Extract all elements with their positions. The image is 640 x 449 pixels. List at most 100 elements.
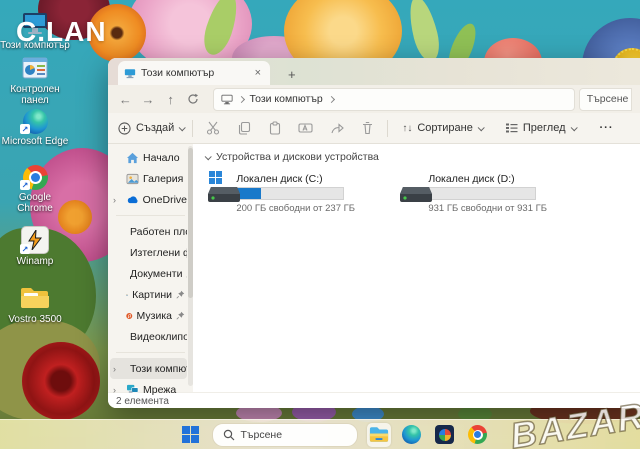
sidebar-item-music[interactable]: Музика [110, 305, 187, 326]
sidebar-item-network[interactable]: › Мрежа [110, 379, 187, 400]
sort-icon: ↑↓ [402, 123, 412, 134]
sidebar-item-this-pc[interactable]: › Този компютър [110, 358, 187, 379]
expand-chevron-icon[interactable]: › [113, 364, 116, 374]
desktop-icon-label: Google Chrome [0, 192, 70, 214]
collapse-chevron-icon[interactable] [205, 153, 212, 160]
delete-icon[interactable] [359, 120, 376, 137]
sidebar-item-label: OneDrive [143, 194, 187, 206]
chevron-down-icon [570, 124, 577, 131]
divider [116, 352, 185, 353]
drive-d-tile[interactable]: Локален диск (D:) 931 ГБ свободни от 931… [399, 173, 547, 214]
music-icon [126, 310, 133, 322]
new-button[interactable]: Създай [118, 122, 184, 135]
forward-icon[interactable]: → [139, 89, 158, 109]
back-icon[interactable]: ← [116, 89, 135, 109]
more-button[interactable]: ··· [600, 122, 614, 134]
navigation-pane: Начало Галерия › OneDrive Работен пло [108, 144, 193, 392]
drive-name: Локален диск (D:) [428, 173, 547, 185]
address-bar: ← → ↑ Този компютър Търсене [108, 85, 640, 113]
taskbar-search-placeholder: Търсене [241, 429, 283, 441]
drive-free-text: 200 ГБ свободни от 237 ГБ [236, 203, 355, 214]
search-input[interactable]: Търсене [579, 88, 632, 111]
sidebar-item-label: Музика [137, 310, 172, 322]
breadcrumb-chevron-icon [328, 95, 335, 102]
sidebar-item-onedrive[interactable]: › OneDrive [110, 189, 187, 210]
wallpaper-leaf [404, 0, 443, 64]
control-panel-icon [20, 54, 50, 82]
home-icon [126, 152, 139, 164]
expand-chevron-icon[interactable]: › [113, 195, 116, 205]
desktop-icon-chrome[interactable]: ↗ Google Chrome [0, 164, 70, 214]
explorer-tab[interactable]: Този компютър × [118, 61, 270, 85]
this-pc-icon [124, 68, 136, 79]
sort-button-label: Сортиране [417, 122, 473, 134]
address-box[interactable]: Този компютър [213, 88, 575, 111]
new-tab-button[interactable]: + [282, 67, 302, 85]
shortcut-arrow-icon: ↗ [20, 124, 30, 134]
drive-capacity-bar [428, 187, 536, 200]
copy-icon[interactable] [235, 120, 252, 137]
up-icon[interactable]: ↑ [161, 89, 180, 109]
shortcut-arrow-icon: ↗ [20, 180, 30, 190]
sidebar-item-desktop[interactable]: Работен пло [110, 221, 187, 242]
taskbar-photos-button[interactable] [433, 423, 457, 447]
group-header[interactable]: Устройства и дискови устройства [193, 144, 640, 163]
rename-icon[interactable] [297, 120, 314, 137]
drive-free-text: 931 ГБ свободни от 931 ГБ [428, 203, 547, 214]
refresh-icon[interactable] [184, 89, 203, 109]
sidebar-item-downloads[interactable]: Изтеглени ф [110, 242, 187, 263]
drive-c-tile[interactable]: Локален диск (C:) 200 ГБ свободни от 237… [207, 173, 355, 214]
sidebar-item-videos[interactable]: Видеоклипо [110, 326, 187, 347]
search-icon [223, 429, 235, 441]
sidebar-item-label: Документи [130, 268, 182, 280]
edge-icon [402, 425, 421, 444]
drive-icon [399, 173, 421, 214]
shortcut-arrow-icon: ↗ [20, 244, 30, 254]
desktop-icon-label: Winamp [0, 256, 70, 267]
explorer-icon [369, 426, 389, 443]
expand-chevron-icon[interactable]: › [113, 385, 116, 395]
start-button[interactable] [179, 423, 203, 447]
chevron-down-icon [478, 124, 485, 131]
sidebar-item-gallery[interactable]: Галерия [110, 168, 187, 189]
paste-icon[interactable] [266, 120, 283, 137]
divider [116, 215, 185, 216]
photos-icon [435, 425, 454, 444]
pictures-icon [126, 289, 128, 301]
tab-title: Този компютър [141, 67, 214, 79]
sidebar-item-documents[interactable]: Документи [110, 263, 187, 284]
taskbar-chrome-button[interactable] [466, 423, 490, 447]
desktop: Този компютър Контролен панел ↗ Microsof… [0, 0, 640, 449]
desktop-icon-label: Microsoft Edge [0, 136, 70, 147]
share-icon[interactable] [328, 120, 345, 137]
sidebar-item-label: Мрежа [143, 384, 176, 396]
breadcrumb[interactable]: Този компютър [250, 93, 323, 105]
desktop-icon-vostro-folder[interactable]: Vostro 3500 [0, 284, 70, 325]
sidebar-item-label: Работен пло [130, 226, 187, 238]
desktop-icon-edge[interactable]: ↗ Microsoft Edge [0, 108, 70, 147]
sort-button[interactable]: ↑↓ Сортиране [402, 122, 483, 134]
tab-close-icon[interactable]: × [252, 67, 264, 79]
chrome-icon [468, 425, 487, 444]
drive-capacity-bar [236, 187, 344, 200]
cut-icon[interactable] [204, 120, 221, 137]
sidebar-item-label: Картини [132, 289, 172, 301]
command-bar: Създай ↑↓ [108, 113, 640, 144]
winamp-icon: ↗ [20, 226, 50, 254]
taskbar-search[interactable]: Търсене [212, 423, 358, 447]
breadcrumb-chevron-icon [237, 95, 244, 102]
taskbar-explorer-button[interactable] [367, 423, 391, 447]
sidebar-item-label: Галерия [143, 173, 183, 185]
sidebar-item-home[interactable]: Начало [110, 147, 187, 168]
taskbar-edge-button[interactable] [400, 423, 424, 447]
divider [387, 120, 388, 137]
wallpaper-flower [22, 342, 100, 420]
sidebar-item-pictures[interactable]: Картини [110, 284, 187, 305]
desktop-icon-control-panel[interactable]: Контролен панел [0, 54, 70, 106]
explorer-body: Начало Галерия › OneDrive Работен пло [108, 144, 640, 392]
desktop-icon-winamp[interactable]: ↗ Winamp [0, 226, 70, 267]
view-button[interactable]: Преглед [505, 122, 576, 134]
search-placeholder: Търсене [587, 93, 629, 105]
drive-list: Локален диск (C:) 200 ГБ свободни от 237… [193, 163, 640, 214]
tab-bar: Този компютър × + [108, 58, 640, 85]
